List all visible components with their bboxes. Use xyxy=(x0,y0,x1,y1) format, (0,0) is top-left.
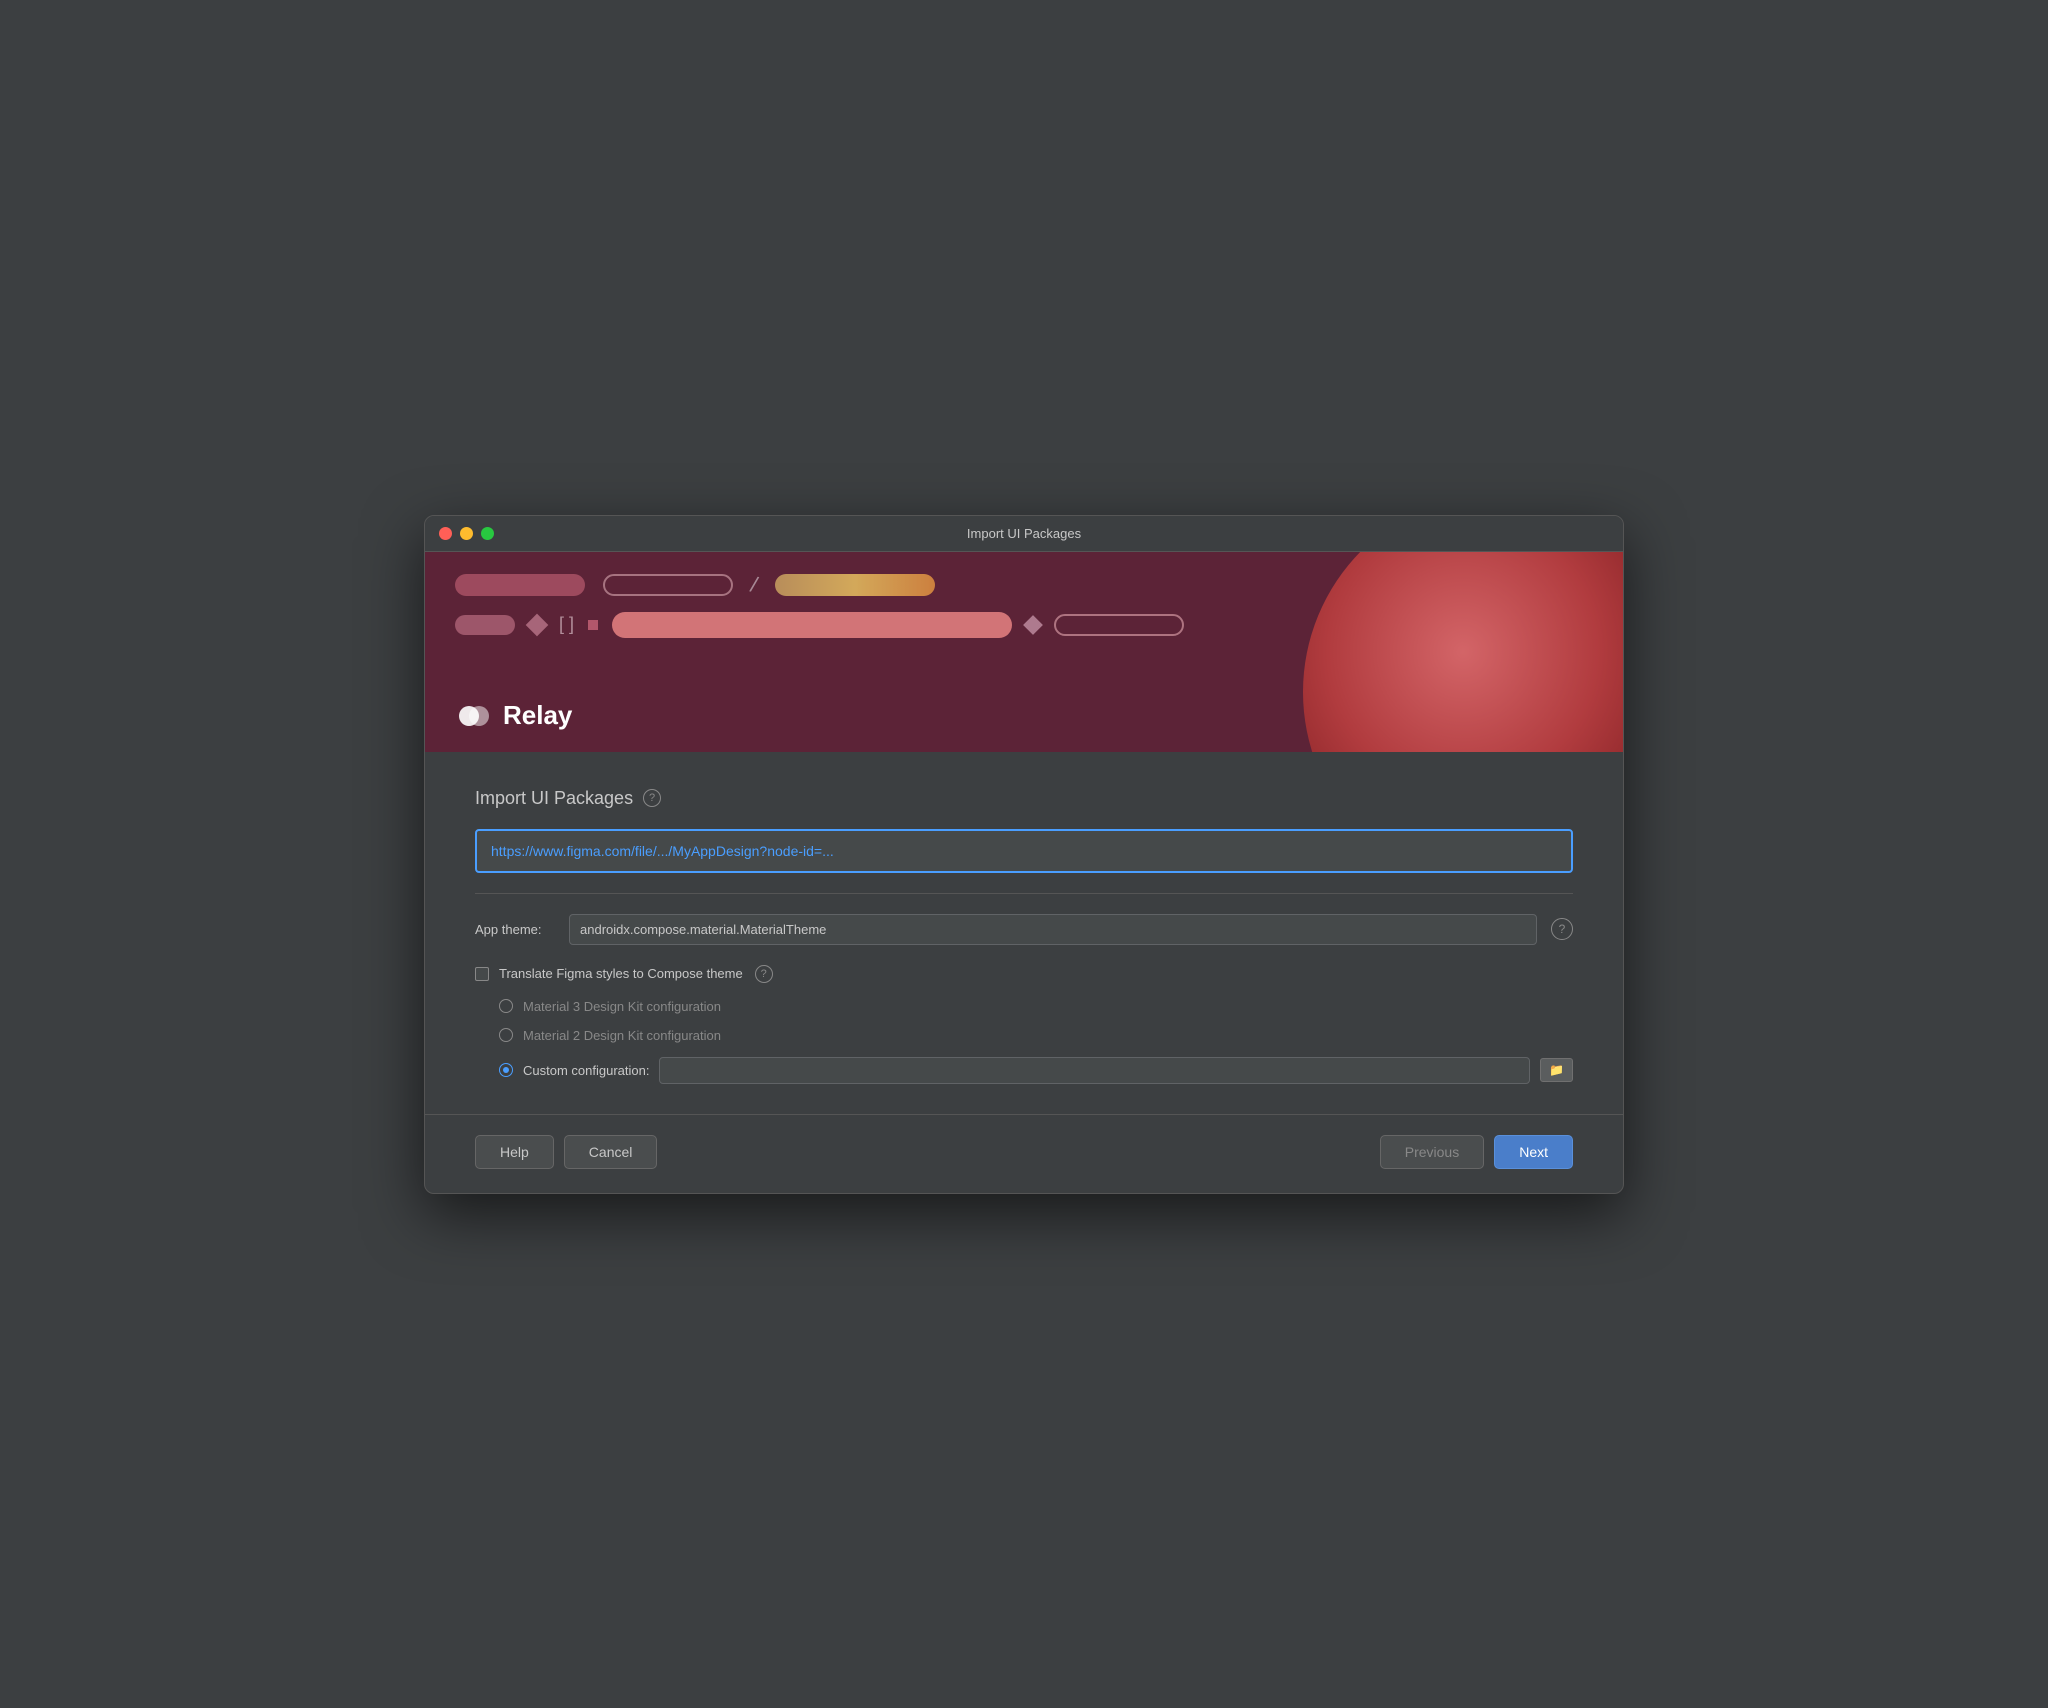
banner-diamond-2 xyxy=(1023,615,1043,635)
banner-bar-outline-1 xyxy=(603,574,733,596)
footer-left: Help Cancel xyxy=(475,1135,657,1169)
banner-bar-pill-1 xyxy=(455,574,585,596)
relay-logo: Relay xyxy=(455,698,572,734)
app-theme-help-icon[interactable]: ? xyxy=(1551,918,1573,940)
banner-decoration: / [ ] xyxy=(455,572,1593,638)
help-button[interactable]: Help xyxy=(475,1135,554,1169)
radio-custom[interactable]: Custom configuration: 📁 xyxy=(499,1057,1573,1084)
folder-icon: 📁 xyxy=(1549,1063,1564,1077)
translate-help-icon[interactable]: ? xyxy=(755,965,773,983)
radio-material2-label: Material 2 Design Kit configuration xyxy=(523,1028,721,1043)
url-input[interactable] xyxy=(477,831,1571,871)
banner-slash: / xyxy=(748,571,761,598)
radio-material3-label: Material 3 Design Kit configuration xyxy=(523,999,721,1014)
radio-group: Material 3 Design Kit configuration Mate… xyxy=(499,999,1573,1084)
radio-custom-btn[interactable] xyxy=(499,1063,513,1077)
banner-row2: [ ] xyxy=(455,612,1593,638)
custom-config-input[interactable] xyxy=(659,1057,1530,1084)
radio-material3-btn[interactable] xyxy=(499,999,513,1013)
next-button[interactable]: Next xyxy=(1494,1135,1573,1169)
url-input-wrapper xyxy=(475,829,1573,873)
minimize-button[interactable] xyxy=(460,527,473,540)
radio-material3[interactable]: Material 3 Design Kit configuration xyxy=(499,999,1573,1014)
radio-material2-btn[interactable] xyxy=(499,1028,513,1042)
traffic-lights xyxy=(439,527,494,540)
divider xyxy=(475,893,1573,894)
app-theme-row: App theme: ? xyxy=(475,914,1573,945)
banner-small-square xyxy=(588,620,598,630)
banner-diamond-1 xyxy=(526,613,549,636)
section-help-icon[interactable]: ? xyxy=(643,789,661,807)
banner-bar-outline-sm xyxy=(1054,614,1184,636)
radio-custom-label: Custom configuration: xyxy=(523,1063,649,1078)
window-title: Import UI Packages xyxy=(967,526,1081,541)
cancel-button[interactable]: Cancel xyxy=(564,1135,658,1169)
banner-bracket: [ ] xyxy=(559,614,574,635)
footer-right: Previous Next xyxy=(1380,1135,1573,1169)
banner-bar-short xyxy=(455,615,515,635)
maximize-button[interactable] xyxy=(481,527,494,540)
banner-bar-gradient xyxy=(775,574,935,596)
folder-browse-button[interactable]: 📁 xyxy=(1540,1058,1573,1082)
app-theme-input[interactable] xyxy=(569,914,1537,945)
translate-checkbox[interactable] xyxy=(475,967,489,981)
banner-bar-long xyxy=(612,612,1012,638)
translate-checkbox-label: Translate Figma styles to Compose theme … xyxy=(499,965,773,983)
window: Import UI Packages / [ ] xyxy=(424,515,1624,1194)
translate-checkbox-row: Translate Figma styles to Compose theme … xyxy=(475,965,1573,983)
relay-logo-icon xyxy=(455,698,491,734)
previous-button[interactable]: Previous xyxy=(1380,1135,1484,1169)
close-button[interactable] xyxy=(439,527,452,540)
relay-logo-text: Relay xyxy=(503,700,572,731)
section-title-text: Import UI Packages xyxy=(475,788,633,809)
footer: Help Cancel Previous Next xyxy=(425,1114,1623,1193)
title-bar: Import UI Packages xyxy=(425,516,1623,552)
radio-material2[interactable]: Material 2 Design Kit configuration xyxy=(499,1028,1573,1043)
content-area: Import UI Packages ? App theme: ? Transl… xyxy=(425,752,1623,1114)
custom-input-row: 📁 xyxy=(659,1057,1573,1084)
app-theme-label: App theme: xyxy=(475,922,555,937)
section-title-row: Import UI Packages ? xyxy=(475,788,1573,809)
banner-row1: / xyxy=(455,572,1593,598)
banner: / [ ] Relay xyxy=(425,552,1623,752)
